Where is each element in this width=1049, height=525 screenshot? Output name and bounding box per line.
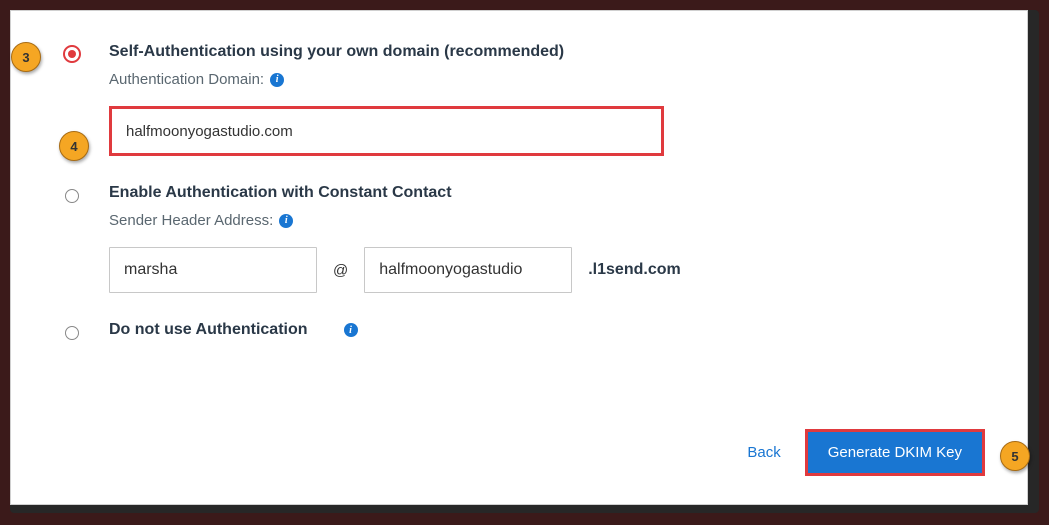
radio-constant-contact[interactable] [65,189,79,203]
option-self-auth: Self-Authentication using your own domai… [61,43,997,156]
step-marker-3: 3 [11,42,41,72]
step-marker-5: 5 [1000,441,1030,471]
cc-auth-sublabel: Sender Header Address: [109,212,273,229]
info-icon[interactable]: i [279,214,293,228]
option-no-auth: Do not use Authentication i [61,321,997,340]
radio-selected-dot-icon [68,50,76,58]
action-row: Back Generate DKIM Key [747,429,985,476]
no-auth-title: Do not use Authentication [109,321,308,339]
info-icon[interactable]: i [344,323,358,337]
authentication-domain-input[interactable] [109,106,664,156]
radio-no-auth[interactable] [65,326,79,340]
sender-user-input[interactable] [109,247,317,293]
cc-auth-title: Enable Authentication with Constant Cont… [109,184,997,202]
self-auth-sublabel: Authentication Domain: [109,71,264,88]
radio-self-auth[interactable] [63,45,81,63]
info-icon[interactable]: i [270,73,284,87]
sender-subdomain-input[interactable] [364,247,572,293]
at-symbol: @ [333,262,348,279]
self-auth-title: Self-Authentication using your own domai… [109,43,997,61]
option-constant-contact: Enable Authentication with Constant Cont… [61,184,997,293]
sender-domain-suffix: .l1send.com [588,261,680,279]
generate-dkim-button[interactable]: Generate DKIM Key [805,429,985,476]
step-marker-4: 4 [59,131,89,161]
auth-options-card: Self-Authentication using your own domai… [10,10,1028,505]
back-link[interactable]: Back [747,444,780,461]
